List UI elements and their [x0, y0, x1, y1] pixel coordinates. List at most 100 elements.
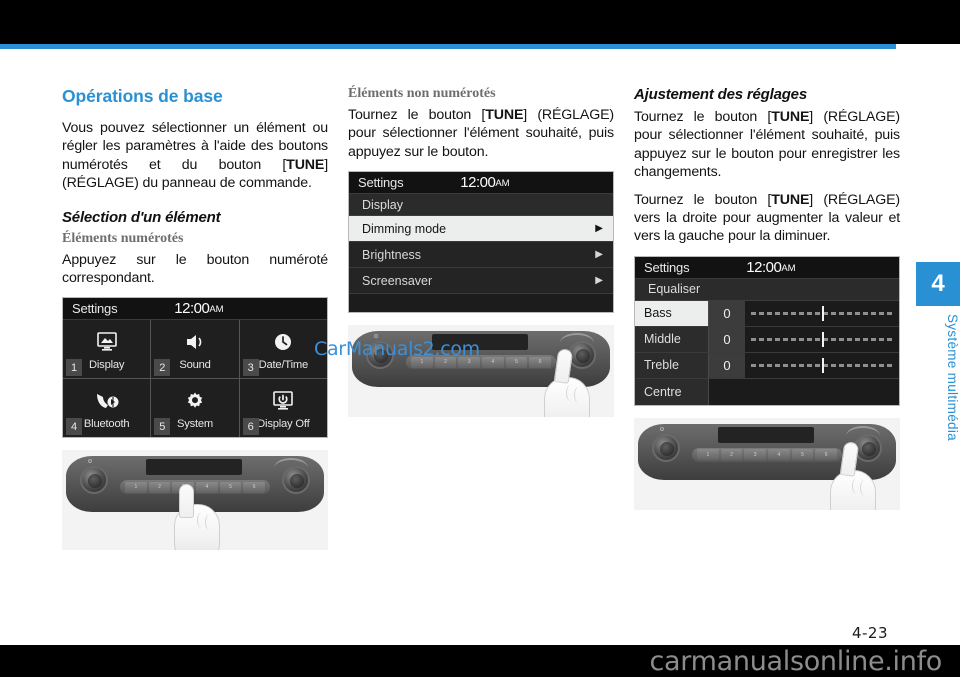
knob-center [576, 349, 590, 364]
body-part-1: Tournez le bouton [ [634, 109, 772, 125]
clock-icon [272, 327, 294, 357]
tile-display-off[interactable]: Display Off 6 [239, 379, 327, 438]
tune-keyword: TUNE [771, 191, 810, 208]
tile-label: System [176, 418, 214, 431]
preset-key-strip: 1 2 3 4 5 6 [406, 355, 556, 370]
volume-knob[interactable] [652, 433, 680, 462]
body-part-1: Tournez le bouton [ [348, 107, 486, 123]
equaliser-slider[interactable] [745, 326, 899, 352]
equaliser-row-empty [709, 378, 899, 405]
preset-key[interactable]: 5 [791, 449, 814, 461]
slider-thumb[interactable] [822, 331, 824, 347]
head-unit-display [432, 334, 528, 351]
tile-system[interactable]: System 5 [151, 379, 239, 438]
equaliser-slider[interactable] [745, 352, 899, 378]
page-title: Opérations de base [62, 86, 223, 106]
subsection-heading-non-numbered: Éléments non numérotés [348, 86, 496, 101]
subsection-heading-numbered: Éléments numérotés [62, 230, 184, 246]
equaliser-row-treble[interactable]: Treble 0 [635, 352, 899, 379]
preset-key[interactable]: 4 [482, 356, 504, 368]
clock-time: 12:00 [174, 300, 210, 318]
tile-label: Display [89, 359, 125, 372]
preset-key[interactable]: 5 [219, 481, 242, 493]
preset-key-strip: 1 2 3 4 5 6 [120, 480, 270, 495]
tile-bluetooth[interactable]: Bluetooth 4 [63, 379, 151, 438]
knob-center [862, 441, 876, 456]
top-black-band [0, 0, 960, 44]
screen-clock: 12:00AM [460, 174, 509, 191]
chapter-tab: 4 Système multimédia [916, 262, 960, 441]
clock-time: 12:00 [746, 258, 782, 276]
page-number: 4-23 [851, 624, 888, 642]
tile-display[interactable]: Display 1 [63, 320, 151, 379]
power-monitor-icon [272, 386, 294, 416]
equaliser-row-label: Bass [635, 300, 709, 326]
section-heading-adjustment: Ajustement des réglages [634, 86, 807, 103]
equaliser-row-middle[interactable]: Middle 0 [635, 326, 899, 353]
index-finger [179, 484, 194, 519]
tile-number: 1 [66, 359, 82, 377]
photo-press-tune-knob-middle: 1 2 3 4 5 6 [348, 325, 614, 418]
preset-key[interactable]: 2 [148, 481, 171, 493]
clock-meridiem: AM [209, 304, 224, 316]
clock-time: 12:00 [460, 174, 496, 192]
preset-key[interactable]: 4 [768, 449, 790, 461]
picture-monitor-icon [96, 327, 118, 357]
equaliser-slider[interactable] [745, 300, 899, 326]
menu-row-screensaver[interactable]: Screensaver ▶ [349, 268, 613, 295]
speaker-icon [184, 327, 206, 357]
slider-thumb[interactable] [822, 357, 824, 373]
slider-thumb[interactable] [822, 305, 824, 321]
preset-key[interactable]: 6 [815, 449, 838, 461]
clock-meridiem: AM [781, 262, 796, 274]
head-unit-display [718, 426, 814, 443]
screen-settings-grid: Settings 12:00AM Display 1 Sound 2 Date/… [62, 297, 328, 439]
preset-key[interactable]: 6 [243, 481, 266, 493]
paragraph-intro: Vous pouvez sélectionner un élément ou r… [62, 119, 328, 193]
preset-key[interactable]: 3 [458, 356, 481, 368]
preset-key[interactable]: 1 [411, 356, 433, 368]
preset-key[interactable]: 3 [744, 449, 767, 461]
paragraph-adjust-2: Tournez le bouton [TUNE] (RÉGLAGE) vers … [634, 191, 900, 246]
screen-title: Settings [644, 259, 690, 275]
preset-key-strip: 1 2 3 4 5 6 [692, 447, 842, 462]
preset-key[interactable]: 5 [505, 356, 528, 368]
tune-keyword: TUNE [286, 156, 325, 173]
preset-key[interactable]: 4 [196, 481, 218, 493]
equaliser-row-value: 0 [709, 300, 745, 326]
paragraph-adjust-1: Tournez le bouton [TUNE] (RÉGLAGE) pour … [634, 108, 900, 182]
preset-key[interactable]: 6 [529, 356, 552, 368]
clock-meridiem: AM [495, 178, 510, 190]
equaliser-row-centre[interactable]: Centre [635, 378, 899, 405]
preset-key[interactable]: 2 [434, 356, 457, 368]
knob-center [88, 474, 102, 489]
paragraph-non-numbered: Tournez le bouton [TUNE] (RÉGLAGE) pour … [348, 106, 614, 161]
knuckle-line [860, 479, 869, 496]
tile-date-time[interactable]: Date/Time 3 [239, 320, 327, 379]
column-right: Ajustement des réglages Tournez le bouto… [634, 86, 900, 510]
section-heading-selection: Sélection d'un élément [62, 208, 221, 226]
knob-center [290, 474, 304, 489]
tile-number: 3 [242, 359, 259, 377]
menu-row-label: Screensaver [362, 273, 433, 288]
screen-clock: 12:00AM [746, 259, 795, 276]
screen-statusbar: Settings 12:00AM [349, 172, 613, 195]
chapter-label: Système multimédia [945, 314, 960, 441]
menu-row-brightness[interactable]: Brightness ▶ [349, 242, 613, 269]
screen-display-menu: Settings 12:00AM Display Dimming mode ▶ … [348, 171, 614, 314]
gear-icon [184, 386, 206, 416]
tune-keyword: TUNE [485, 107, 524, 123]
column-middle: Éléments non numérotés Tournez le bouton… [348, 86, 614, 418]
preset-key[interactable]: 1 [697, 449, 719, 461]
menu-row-label: Dimming mode [362, 221, 447, 236]
preset-key[interactable]: 1 [125, 481, 147, 493]
tile-sound[interactable]: Sound 2 [151, 320, 239, 379]
menu-empty-space [349, 294, 613, 313]
equaliser-row-bass[interactable]: Bass 0 [635, 300, 899, 327]
preset-key[interactable]: 2 [720, 449, 743, 461]
settings-tile-grid: Display 1 Sound 2 Date/Time 3 Bluetooth … [63, 320, 327, 438]
screen-title: Settings [72, 301, 118, 317]
column-left: Opérations de base Vous pouvez sélection… [62, 86, 328, 551]
tile-label: Sound [179, 359, 211, 372]
menu-row-dimming-mode[interactable]: Dimming mode ▶ [349, 216, 613, 243]
